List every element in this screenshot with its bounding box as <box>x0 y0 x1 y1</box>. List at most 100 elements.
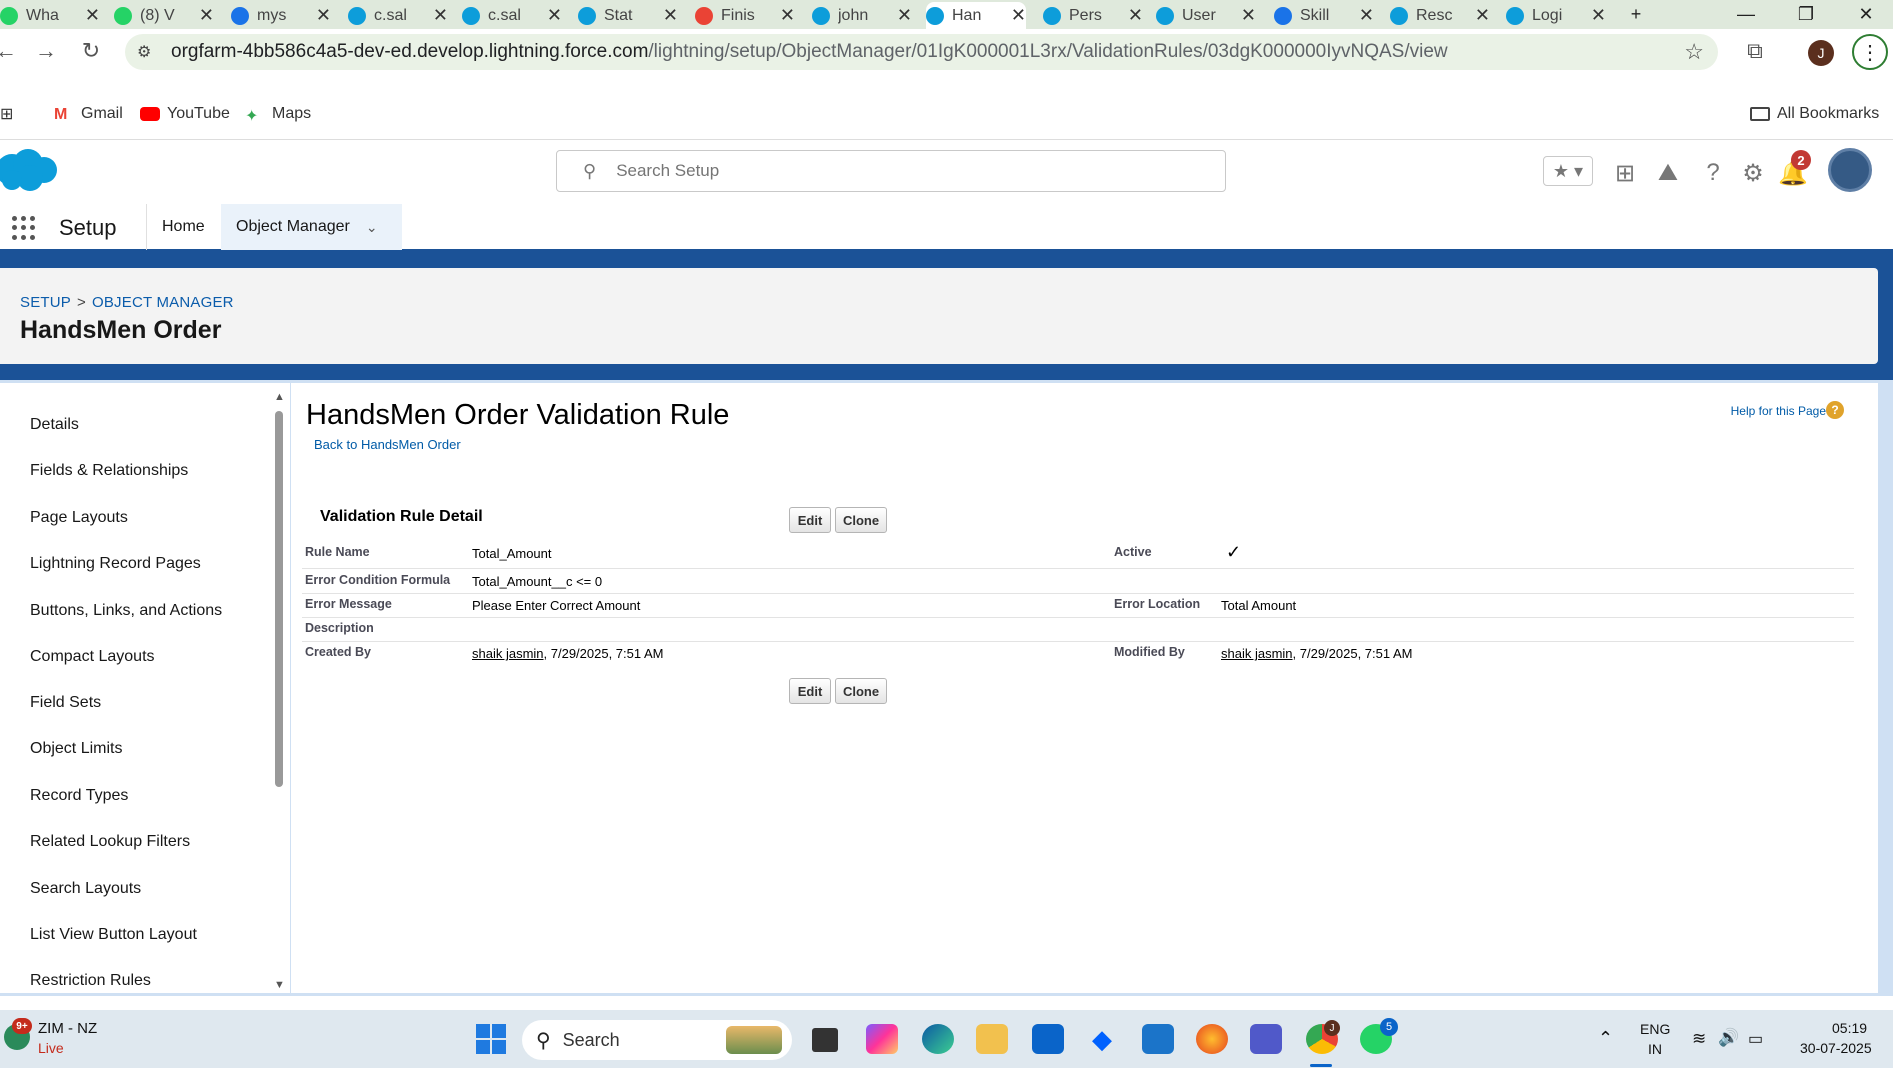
firefox-icon[interactable] <box>1196 1024 1228 1054</box>
sidebar-item[interactable]: Fields & Relationships <box>30 462 188 480</box>
sidebar-item[interactable]: Related Lookup Filters <box>30 833 190 851</box>
breadcrumb-setup-link[interactable]: SETUP <box>20 294 71 311</box>
app-launcher-icon[interactable] <box>12 216 36 240</box>
chevron-down-icon[interactable]: ⌄ <box>366 219 378 236</box>
close-tab-icon[interactable]: ✕ <box>1475 5 1490 26</box>
close-tab-icon[interactable]: ✕ <box>1241 5 1256 26</box>
browser-tab[interactable]: Finis ✕ <box>695 2 795 29</box>
bookmark-gmail[interactable]: M Gmail <box>54 103 123 125</box>
close-tab-icon[interactable]: ✕ <box>1011 5 1026 26</box>
bookmark-star-icon[interactable]: ☆ <box>1684 39 1704 65</box>
new-tab-button[interactable]: + <box>1612 0 1660 29</box>
task-view-icon[interactable] <box>812 1028 838 1052</box>
copilot-icon[interactable] <box>866 1024 898 1054</box>
sidebar-item[interactable]: Buttons, Links, and Actions <box>30 602 222 620</box>
edit-button-top[interactable]: Edit <box>789 507 831 533</box>
global-actions-plus-icon[interactable]: ⊞ <box>1610 158 1640 188</box>
close-tab-icon[interactable]: ✕ <box>663 5 678 26</box>
weather-title[interactable]: ZIM - NZ <box>38 1020 97 1037</box>
back-to-object-link[interactable]: Back to HandsMen Order <box>314 437 461 452</box>
browser-tab[interactable]: (8) V ✕ <box>114 2 214 29</box>
outlook-icon[interactable] <box>1032 1024 1064 1054</box>
browser-tab[interactable]: c.sal ✕ <box>462 2 562 29</box>
sidebar-item[interactable]: Page Layouts <box>30 509 128 527</box>
close-tab-icon[interactable]: ✕ <box>897 5 912 26</box>
close-tab-icon[interactable]: ✕ <box>1128 5 1143 26</box>
back-icon[interactable]: ← <box>0 37 20 65</box>
bookmark-maps[interactable]: ✦ Maps <box>245 103 311 125</box>
teams-icon[interactable] <box>1250 1024 1282 1054</box>
tab-object-manager[interactable]: Object Manager ⌄ <box>221 204 402 253</box>
menu-kebab-icon[interactable]: ⋮ <box>1852 34 1888 70</box>
apps-grid-icon[interactable]: ⊞ <box>0 103 13 125</box>
close-tab-icon[interactable]: ✕ <box>85 5 100 26</box>
sidebar-item[interactable]: Lightning Record Pages <box>30 555 201 573</box>
browser-tab[interactable]: Skill ✕ <box>1274 2 1374 29</box>
close-tab-icon[interactable]: ✕ <box>1591 5 1606 26</box>
close-tab-icon[interactable]: ✕ <box>433 5 448 26</box>
wifi-icon[interactable]: ≋ <box>1692 1029 1706 1049</box>
scroll-up-icon[interactable]: ▲ <box>274 391 285 403</box>
sidebar-item[interactable]: Field Sets <box>30 694 101 712</box>
reload-icon[interactable]: ↻ <box>77 37 105 65</box>
close-tab-icon[interactable]: ✕ <box>780 5 795 26</box>
created-by-user-link[interactable]: shaik jasmin <box>472 646 544 661</box>
edit-button-bottom[interactable]: Edit <box>789 678 831 704</box>
browser-tab[interactable]: Resc ✕ <box>1390 2 1490 29</box>
address-bar[interactable]: ⚙ orgfarm-4bb586c4a5-dev-ed.develop.ligh… <box>125 34 1718 70</box>
salesforce-logo-icon[interactable] <box>0 146 65 194</box>
scrollbar-thumb[interactable] <box>275 411 283 787</box>
scroll-down-icon[interactable]: ▼ <box>274 979 285 991</box>
browser-tab[interactable]: Han ✕ <box>926 2 1026 29</box>
setup-search-box[interactable]: ⚲ <box>556 150 1226 192</box>
taskbar-search-box[interactable]: ⚲ Search <box>522 1020 792 1060</box>
browser-tab[interactable]: mys ✕ <box>231 2 331 29</box>
minimize-button[interactable]: — <box>1722 0 1770 29</box>
close-tab-icon[interactable]: ✕ <box>316 5 331 26</box>
help-question-icon[interactable]: ? <box>1698 158 1728 188</box>
clone-button-bottom[interactable]: Clone <box>835 678 887 704</box>
bookmark-youtube[interactable]: YouTube <box>140 103 230 125</box>
browser-tab[interactable]: Wha ✕ <box>0 2 100 29</box>
sidebar-scrollbar[interactable]: ▲ ▼ <box>272 391 286 991</box>
dropbox-icon[interactable]: ◆ <box>1086 1024 1118 1054</box>
close-window-button[interactable]: ✕ <box>1842 0 1890 29</box>
battery-icon[interactable]: ▭ <box>1748 1029 1763 1049</box>
user-avatar[interactable] <box>1828 148 1872 192</box>
setup-search-input[interactable] <box>616 161 1177 181</box>
browser-tab[interactable]: Logi ✕ <box>1506 2 1606 29</box>
myhp-icon[interactable] <box>1142 1024 1174 1054</box>
sidebar-item[interactable]: Record Types <box>30 787 128 805</box>
profile-avatar[interactable]: J <box>1808 40 1834 66</box>
help-question-icon[interactable]: ? <box>1826 401 1844 419</box>
browser-tab[interactable]: john ✕ <box>812 2 912 29</box>
trailhead-icon[interactable]: ⛰ <box>1653 158 1683 188</box>
browser-tab[interactable]: User ✕ <box>1156 2 1256 29</box>
clone-button-top[interactable]: Clone <box>835 507 887 533</box>
all-bookmarks[interactable]: All Bookmarks <box>1750 103 1879 125</box>
browser-tab[interactable]: Stat ✕ <box>578 2 678 29</box>
close-tab-icon[interactable]: ✕ <box>1359 5 1374 26</box>
windows-start-icon[interactable] <box>476 1024 506 1054</box>
extensions-icon[interactable]: ⧉ <box>1741 37 1769 65</box>
forward-icon[interactable]: → <box>32 37 60 65</box>
modified-by-user-link[interactable]: shaik jasmin <box>1221 646 1293 661</box>
volume-icon[interactable]: 🔊 <box>1718 1028 1739 1048</box>
restore-button[interactable]: ❐ <box>1782 0 1830 29</box>
sidebar-item[interactable]: Details <box>30 416 79 434</box>
tab-home[interactable]: Home <box>147 204 220 250</box>
sidebar-item[interactable]: Object Limits <box>30 740 122 758</box>
browser-tab[interactable]: c.sal ✕ <box>348 2 448 29</box>
edge-icon[interactable] <box>922 1024 954 1054</box>
language-top[interactable]: ENG <box>1640 1021 1670 1037</box>
favorites-star-icon[interactable]: ★ ▾ <box>1543 156 1593 186</box>
file-explorer-icon[interactable] <box>976 1024 1008 1054</box>
sidebar-item[interactable]: List View Button Layout <box>30 926 197 944</box>
chevron-up-icon[interactable]: ⌃ <box>1598 1028 1613 1049</box>
clock-time[interactable]: 05:19 <box>1832 1020 1867 1036</box>
help-for-page-link[interactable]: Help for this Page <box>1731 404 1826 418</box>
breadcrumb-object-manager-link[interactable]: OBJECT MANAGER <box>92 294 234 311</box>
setup-gear-icon[interactable]: ⚙ <box>1738 158 1768 188</box>
browser-tab[interactable]: Pers ✕ <box>1043 2 1143 29</box>
close-tab-icon[interactable]: ✕ <box>547 5 562 26</box>
